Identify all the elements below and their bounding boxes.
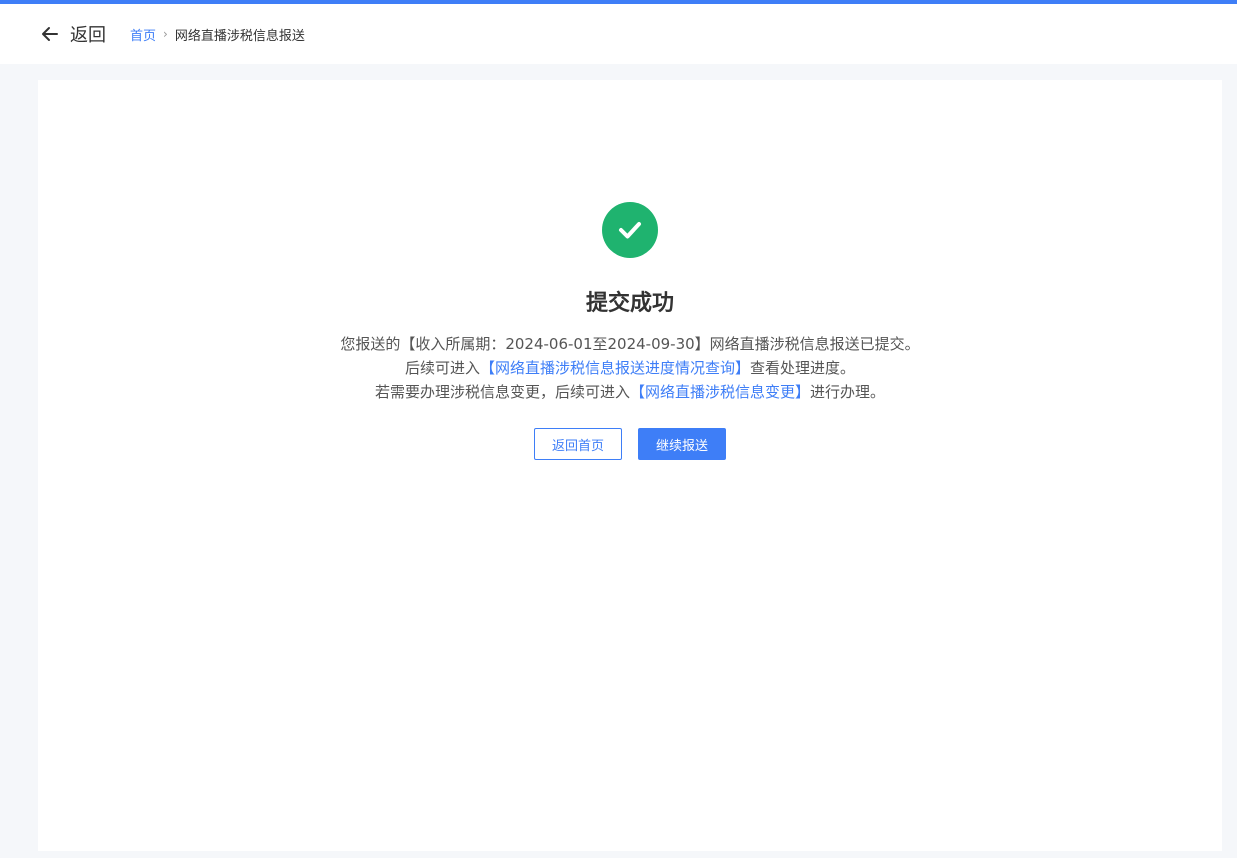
back-label: 返回 <box>70 25 106 46</box>
progress-query-link[interactable]: 【网络直播涉税信息报送进度情况查询】 <box>480 359 750 377</box>
description-line-3: 若需要办理涉税信息变更，后续可进入【网络直播涉税信息变更】进行办理。 <box>38 380 1222 404</box>
line2-suffix: 查看处理进度。 <box>750 359 856 377</box>
breadcrumb-current: 网络直播涉税信息报送 <box>174 28 305 44</box>
breadcrumb-separator-icon: › <box>163 27 168 41</box>
return-home-button[interactable]: 返回首页 <box>534 428 622 460</box>
line3-prefix: 若需要办理涉税信息变更，后续可进入 <box>374 383 630 401</box>
action-buttons: 返回首页 继续报送 <box>38 428 1222 460</box>
line3-suffix: 进行办理。 <box>810 383 886 401</box>
check-circle-icon <box>602 202 658 258</box>
result-card: 提交成功 您报送的【收入所属期：2024-06-01至2024-09-30】网络… <box>38 80 1222 851</box>
arrow-left-icon <box>39 23 61 45</box>
back-button[interactable]: 返回 <box>39 21 106 47</box>
result-title: 提交成功 <box>585 291 674 316</box>
line2-prefix: 后续可进入 <box>404 359 480 377</box>
description-line-2: 后续可进入【网络直播涉税信息报送进度情况查询】查看处理进度。 <box>38 356 1222 380</box>
breadcrumb: 首页 › 网络直播涉税信息报送 <box>130 25 305 44</box>
description-line-1: 您报送的【收入所属期：2024-06-01至2024-09-30】网络直播涉税信… <box>340 335 920 353</box>
breadcrumb-home-link[interactable]: 首页 <box>130 25 156 44</box>
header: 返回 首页 › 网络直播涉税信息报送 <box>0 4 1237 64</box>
info-change-link[interactable]: 【网络直播涉税信息变更】 <box>630 383 810 401</box>
continue-submit-button[interactable]: 继续报送 <box>638 428 726 460</box>
result-description: 您报送的【收入所属期：2024-06-01至2024-09-30】网络直播涉税信… <box>38 332 1222 404</box>
